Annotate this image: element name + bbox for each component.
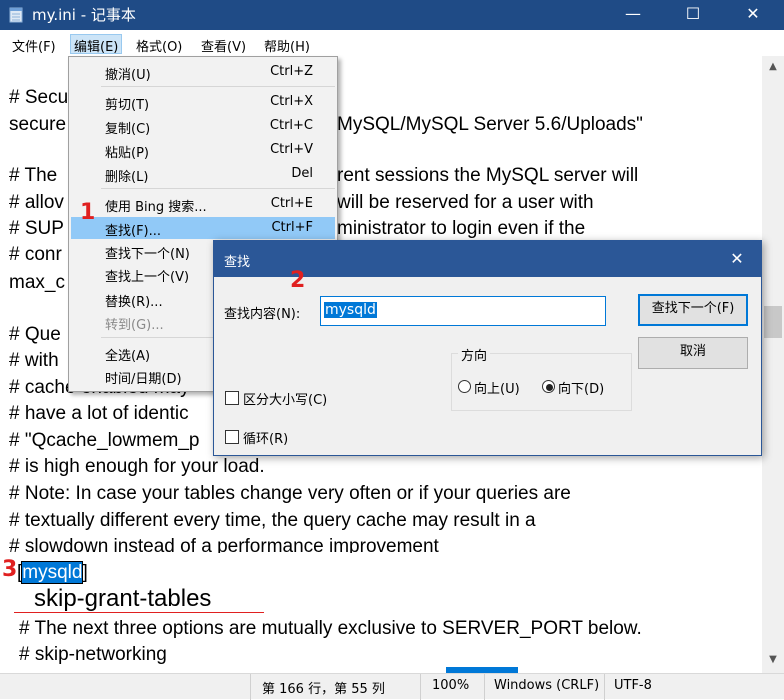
highlighted-match: mysqld (21, 561, 84, 584)
editor-line: # Secu (9, 87, 69, 108)
search-label: 查找内容(N): (224, 307, 301, 322)
menu-separator (101, 86, 335, 87)
red-underline (14, 612, 264, 613)
find-dialog-close-button[interactable]: ✕ (719, 246, 755, 272)
editor-line: # SUP (9, 218, 64, 239)
direction-up-label: 向上(U) (474, 382, 520, 397)
editor-line: # The (9, 165, 58, 186)
scroll-up-icon[interactable]: ▲ (762, 58, 784, 76)
menu-item-undo[interactable]: 撤消(U) Ctrl+Z (71, 61, 335, 83)
minimize-button[interactable]: — (610, 0, 656, 30)
editor-line: # allov (9, 192, 64, 213)
editor-line: # have a lot of identic (9, 403, 189, 424)
maximize-button[interactable]: ☐ (670, 0, 716, 30)
menu-view[interactable]: 查看(V) (197, 34, 250, 55)
menu-item-cut[interactable]: 剪切(T) Ctrl+X (71, 91, 335, 113)
notepad-app-icon (9, 7, 23, 23)
step-annotation: 3 (2, 557, 18, 582)
zoom-level: 100% (432, 678, 470, 693)
step-annotation: 2 (290, 268, 306, 293)
editor-line: # conr (9, 244, 62, 265)
status-divider (420, 674, 421, 700)
editor-line-fragment: will be reserved for a user with (337, 192, 594, 213)
editor-line: skip-grant-tables (34, 585, 212, 612)
editor-line: # Note: In case your tables change very … (9, 483, 571, 504)
close-window-button[interactable]: ✕ (730, 0, 776, 30)
status-bar: 第 166 行，第 55 列 100% Windows (CRLF) UTF-8 (0, 673, 784, 700)
find-dialog-title: 查找 (224, 255, 251, 270)
editor-line: # "Qcache_lowmem_p (9, 430, 200, 451)
editor-line: # slowdown instead of a performance impr… (9, 536, 439, 553)
cursor-position: 第 166 行，第 55 列 (262, 682, 385, 697)
editor-line: max_c (9, 272, 65, 293)
match-case-label: 区分大小写(C) (243, 393, 328, 408)
wrap-label: 循环(R) (243, 432, 289, 447)
scroll-thumb[interactable] (764, 306, 782, 338)
editor-line-fragment: ministrator to login even if the (337, 218, 586, 239)
editor-line: # skip-networking (19, 644, 167, 665)
menu-item-bing-search[interactable]: 使用 Bing 搜索... Ctrl+E (71, 193, 335, 215)
editor-line: # The next three options are mutually ex… (19, 618, 642, 639)
cancel-button[interactable]: 取消 (638, 337, 748, 369)
match-case-checkbox[interactable] (225, 391, 239, 405)
status-divider (604, 674, 605, 700)
status-divider (250, 674, 251, 700)
search-input-value: mysqld (324, 302, 377, 318)
menu-item-find[interactable]: 查找(F)... Ctrl+F (71, 217, 335, 239)
section-header: [mysqld] (17, 561, 88, 584)
menu-item-paste[interactable]: 粘贴(P) Ctrl+V (71, 139, 335, 161)
editor-line-fragment: MySQL/MySQL Server 5.6/Uploads" (337, 114, 643, 135)
line-ending: Windows (CRLF) (494, 678, 600, 693)
editor-line: # Que (9, 324, 61, 345)
editor-line: # with (9, 350, 59, 371)
editor-line: # textually different every time, the qu… (9, 510, 536, 531)
editor-line: # is high enough for your load. (9, 456, 265, 477)
direction-up-radio[interactable] (458, 380, 471, 393)
menu-separator (101, 188, 335, 189)
menu-item-delete[interactable]: 删除(L) Del (71, 163, 335, 185)
vertical-scrollbar[interactable]: ▲ ▼ (762, 56, 784, 673)
window-title: my.ini - 记事本 (32, 6, 136, 24)
step-annotation: 1 (80, 200, 96, 225)
menu-item-copy[interactable]: 复制(C) Ctrl+C (71, 115, 335, 137)
menu-bar: 文件(F) 编辑(E) 格式(O) 查看(V) 帮助(H) (0, 30, 784, 56)
editor-line: secure (9, 114, 67, 135)
find-next-button[interactable]: 查找下一个(F) (638, 294, 748, 326)
title-bar[interactable]: my.ini - 记事本 — ☐ ✕ (0, 0, 784, 30)
wrap-checkbox[interactable] (225, 430, 239, 444)
scroll-down-icon[interactable]: ▼ (762, 651, 784, 669)
menu-help[interactable]: 帮助(H) (260, 34, 314, 55)
direction-label: 方向 (458, 345, 491, 364)
status-divider (484, 674, 485, 700)
direction-down-label: 向下(D) (558, 382, 605, 397)
encoding: UTF-8 (614, 678, 652, 693)
editor-line-fragment: rent sessions the MySQL server will (337, 165, 639, 186)
menu-file[interactable]: 文件(F) (8, 34, 60, 55)
menu-format[interactable]: 格式(O) (132, 34, 186, 55)
search-input[interactable]: mysqld (320, 296, 606, 326)
menu-edit[interactable]: 编辑(E) (70, 34, 123, 55)
direction-down-radio[interactable] (542, 380, 555, 393)
